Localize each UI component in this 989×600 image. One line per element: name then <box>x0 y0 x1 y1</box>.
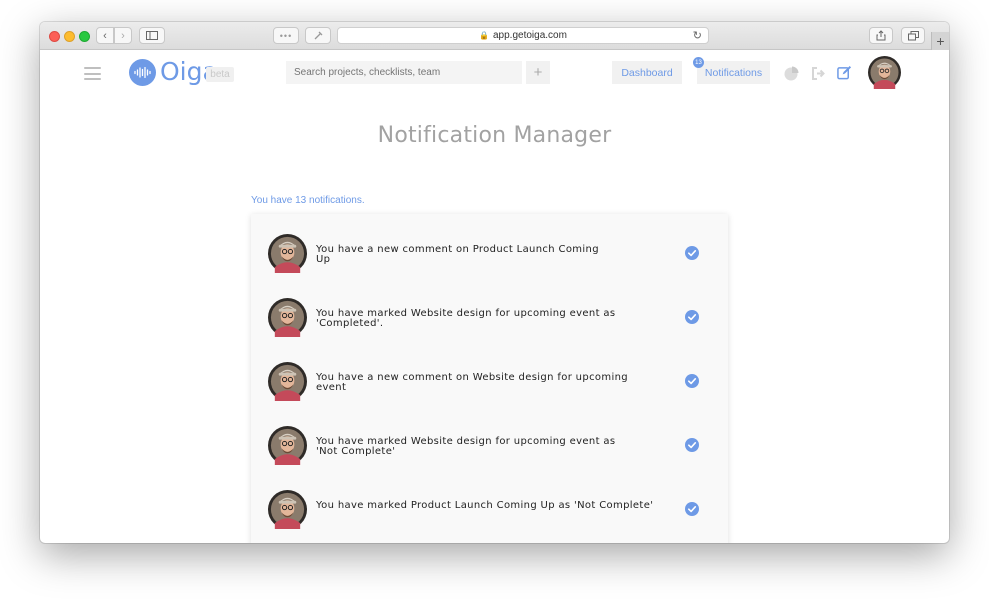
browser-window: ‹ › ••• 🔒 app.getoiga.com ↻ + Oiga beta … <box>40 22 949 543</box>
notification-text: You have a new comment on Product Launch… <box>316 244 599 265</box>
user-avatar[interactable] <box>868 56 901 89</box>
sidebar-toggle-button[interactable] <box>139 27 165 44</box>
chart-icon[interactable] <box>784 66 799 81</box>
avatar <box>268 490 307 529</box>
list-item[interactable]: You have marked Website design for upcom… <box>251 298 728 362</box>
back-button[interactable]: ‹ <box>96 27 114 44</box>
list-item[interactable]: You have a new comment on Product Launch… <box>251 234 728 298</box>
reload-icon[interactable]: ↻ <box>693 29 702 42</box>
browser-titlebar: ‹ › ••• 🔒 app.getoiga.com ↻ + <box>40 22 949 50</box>
new-tab-button[interactable]: + <box>931 32 949 50</box>
notification-text: You have marked Product Launch Coming Up… <box>316 500 654 511</box>
avatar <box>268 426 307 465</box>
notification-list: You have a new comment on Product Launch… <box>251 214 728 543</box>
plus-icon: + <box>936 33 945 49</box>
edit-icon[interactable] <box>837 65 852 80</box>
notifications-button[interactable]: Notifications <box>697 61 770 84</box>
dashboard-button[interactable]: Dashboard <box>612 61 682 84</box>
notifications-count-badge: 13 <box>693 57 704 68</box>
check-circle-icon[interactable] <box>685 502 699 516</box>
forward-button[interactable]: › <box>114 27 132 44</box>
page-title: Notification Manager <box>377 123 612 148</box>
avatar <box>268 298 307 337</box>
notification-count-text: You have 13 notifications. <box>251 195 365 206</box>
app-header: Oiga beta + Dashboard Notifications 13 <box>40 51 949 99</box>
add-button[interactable]: + <box>526 61 550 84</box>
avatar <box>268 362 307 401</box>
list-item[interactable]: You have marked Website design for upcom… <box>251 426 728 490</box>
check-circle-icon[interactable] <box>685 374 699 388</box>
minimize-window-button[interactable] <box>64 31 75 42</box>
url-text: app.getoiga.com <box>493 30 567 41</box>
share-button[interactable] <box>869 27 893 44</box>
notification-text: You have marked Website design for upcom… <box>316 436 616 457</box>
chevron-right-icon: › <box>121 29 125 42</box>
share-icon <box>876 30 886 41</box>
check-circle-icon[interactable] <box>685 438 699 452</box>
chevron-left-icon: ‹ <box>103 29 107 42</box>
list-item[interactable]: You have a new comment on Website design… <box>251 362 728 426</box>
menu-icon[interactable] <box>84 67 101 80</box>
tabs-icon <box>907 30 919 40</box>
check-circle-icon[interactable] <box>685 246 699 260</box>
list-item[interactable]: You have marked Product Launch Coming Up… <box>251 490 728 543</box>
tab-overview-button[interactable] <box>901 27 925 44</box>
dots-icon: ••• <box>279 30 293 41</box>
avatar <box>268 234 307 273</box>
notification-text: You have a new comment on Website design… <box>316 372 628 393</box>
lock-icon: 🔒 <box>479 31 489 40</box>
exit-icon[interactable] <box>811 66 826 81</box>
search-input[interactable] <box>286 61 522 84</box>
zoom-window-button[interactable] <box>79 31 90 42</box>
logo-soundwave-icon[interactable] <box>129 59 156 86</box>
extensions-button[interactable]: ••• <box>273 27 299 44</box>
sidebar-icon <box>146 31 158 40</box>
notification-text: You have marked Website design for upcom… <box>316 308 616 329</box>
close-window-button[interactable] <box>49 31 60 42</box>
tools-button[interactable] <box>305 27 331 44</box>
check-circle-icon[interactable] <box>685 310 699 324</box>
beta-badge: beta <box>206 67 234 82</box>
hammer-icon <box>314 31 322 40</box>
address-bar[interactable]: 🔒 app.getoiga.com ↻ <box>337 27 709 44</box>
